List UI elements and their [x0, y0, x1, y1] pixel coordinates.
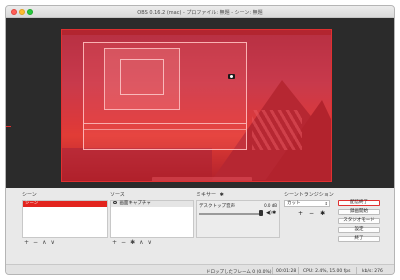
stream-time: 00:01:28	[276, 269, 297, 274]
mixer-track: デスクトップ音声 0.0 dB	[199, 203, 279, 209]
speaker-icon[interactable]: ◀)	[266, 210, 272, 216]
status-divider	[272, 267, 273, 274]
preview-area	[6, 18, 394, 188]
move-up-button[interactable]: ∧	[139, 239, 143, 246]
scenes-toolbar: + − ∧ ∨	[24, 239, 55, 246]
move-down-button[interactable]: ∨	[50, 239, 54, 246]
gear-icon[interactable]: ✱	[130, 239, 135, 246]
gear-icon[interactable]: ✱	[220, 192, 224, 198]
start-stream-button[interactable]: 配信終了	[338, 200, 380, 206]
mixer-panel: デスクトップ音声 0.0 dB ◀) ✱	[196, 200, 280, 238]
studio-mode-button[interactable]: スタジオモード	[338, 218, 380, 224]
move-up-button[interactable]: ∧	[42, 239, 46, 246]
captured-dock-divider	[84, 129, 246, 130]
captured-obs-window	[83, 42, 247, 150]
sources-header: ソース	[110, 192, 125, 198]
scenes-header: シーン	[22, 192, 37, 198]
resize-handle[interactable]	[6, 126, 11, 127]
camera-icon	[228, 74, 235, 79]
settings-button[interactable]: 設定	[338, 227, 380, 233]
track-level: 0.0 dB	[264, 203, 277, 208]
bitrate: kb/s: 276	[362, 269, 383, 274]
add-scene-button[interactable]: +	[24, 239, 29, 246]
source-label: 画面キャプチャ	[119, 201, 151, 206]
obs-window: OBS 0.16.2 (mac) - プロファイル: 無題 - シーン: 無題 …	[5, 5, 395, 275]
eye-icon[interactable]	[113, 201, 117, 204]
volume-slider-knob[interactable]	[259, 210, 263, 216]
captured-preview	[104, 48, 180, 110]
list-item[interactable]: シーン	[23, 201, 107, 207]
remove-transition-button[interactable]: −	[309, 210, 314, 217]
transitions-toolbar: + − ✱	[298, 210, 325, 217]
transition-select[interactable]: カット ⇕	[284, 200, 330, 207]
title-bar: OBS 0.16.2 (mac) - プロファイル: 無題 - シーン: 無題	[6, 6, 394, 18]
gear-icon[interactable]: ✱	[320, 210, 325, 217]
add-source-button[interactable]: +	[112, 239, 117, 246]
transition-select-value: カット	[287, 201, 301, 206]
start-record-button[interactable]: 録画開始	[338, 209, 380, 215]
captured-dock-divider	[84, 123, 246, 124]
status-divider	[356, 267, 357, 274]
exit-button[interactable]: 終了	[338, 236, 380, 242]
volume-slider[interactable]	[199, 213, 261, 215]
preview-canvas[interactable]	[61, 29, 332, 182]
chevron-down-icon: ⇕	[324, 201, 328, 206]
mixer-header: ミキサー ✱	[196, 191, 224, 198]
status-divider	[298, 267, 299, 274]
mixer-header-label: ミキサー	[196, 192, 217, 198]
scenes-list[interactable]: シーン	[22, 200, 108, 238]
transitions-panel: カット ⇕ + − ✱	[284, 200, 334, 240]
captured-preview-nested	[120, 59, 164, 95]
add-transition-button[interactable]: +	[298, 210, 303, 217]
cpu-usage: CPU: 2.4%, 15.00 fps	[303, 269, 351, 274]
track-name: デスクトップ音声	[199, 204, 235, 209]
remove-scene-button[interactable]: −	[33, 239, 38, 246]
remove-source-button[interactable]: −	[121, 239, 126, 246]
list-item[interactable]: 画面キャプチャ	[111, 201, 193, 207]
transitions-header: シーントランジション	[284, 192, 334, 198]
status-bar: ドロップしたフレーム 0 (0.0%) 00:01:28 CPU: 2.4%, …	[6, 264, 394, 275]
dock-area: シーン ソース ミキサー ✱ シーントランジション シーン + − ∧ ∨ 画面…	[6, 188, 394, 264]
gear-icon[interactable]: ✱	[272, 210, 276, 216]
move-down-button[interactable]: ∨	[148, 239, 152, 246]
sources-toolbar: + − ✱ ∧ ∨	[112, 239, 152, 246]
window-title: OBS 0.16.2 (mac) - プロファイル: 無題 - シーン: 無題	[137, 10, 263, 16]
sources-list[interactable]: 画面キャプチャ	[110, 200, 194, 238]
dropped-frames: ドロップしたフレーム 0 (0.0%)	[206, 270, 272, 275]
